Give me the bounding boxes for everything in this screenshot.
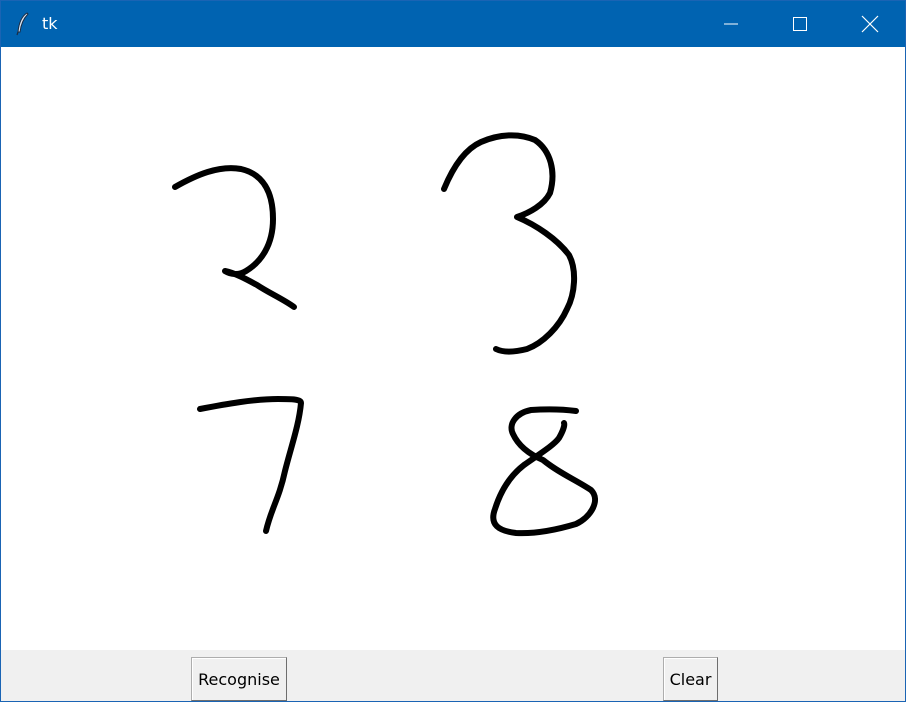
close-button[interactable] [835, 1, 905, 47]
window-title: tk [42, 14, 58, 33]
title-bar[interactable]: tk [1, 1, 905, 47]
handwritten-digit-8 [490, 406, 598, 537]
handwritten-digit-2 [172, 165, 297, 310]
drawing-canvas[interactable] [1, 47, 905, 650]
minimize-icon [723, 16, 739, 32]
maximize-button[interactable] [765, 1, 835, 47]
app-window: tk Recognise Clear [0, 0, 906, 702]
recognise-button[interactable]: Recognise [191, 657, 287, 701]
close-icon [861, 15, 879, 33]
handwritten-digit-7 [197, 396, 304, 534]
feather-icon [15, 12, 31, 36]
minimize-button[interactable] [696, 1, 766, 47]
maximize-icon [792, 16, 808, 32]
button-bar: Recognise Clear [1, 650, 905, 701]
handwritten-digit-3 [441, 132, 577, 355]
clear-button[interactable]: Clear [663, 657, 718, 701]
